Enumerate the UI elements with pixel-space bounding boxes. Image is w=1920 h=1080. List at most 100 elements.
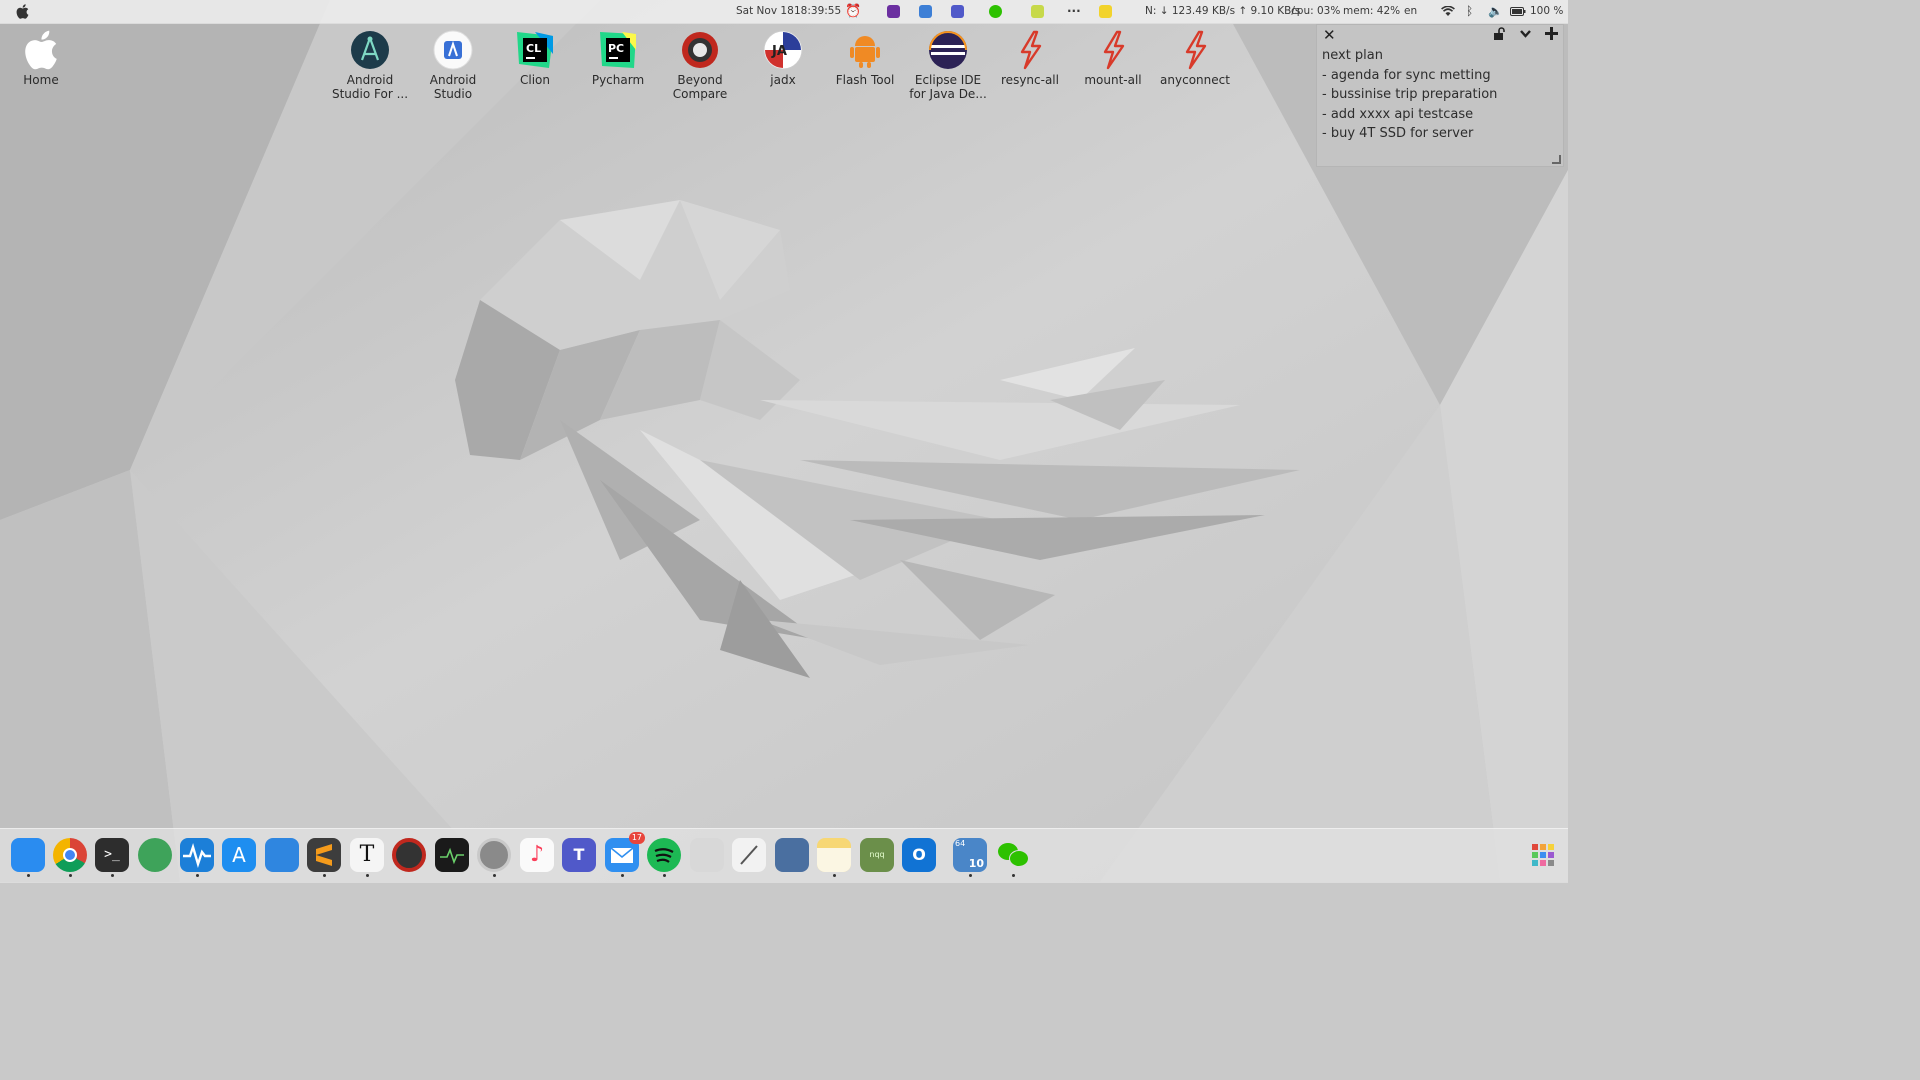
more-icon[interactable]: ··· xyxy=(1067,0,1081,23)
dock-music-icon[interactable]: ♪ xyxy=(520,838,554,872)
sticky-note[interactable]: ✕ next plan - agenda for sync metting - … xyxy=(1316,24,1564,167)
dock: >_ A T ♪ T 17 nqq O 64 10 xyxy=(0,828,1568,883)
wechat-tray-icon[interactable] xyxy=(989,5,1002,18)
note-content[interactable]: next plan - agenda for sync metting - bu… xyxy=(1322,46,1497,144)
input-language[interactable]: en xyxy=(1404,0,1417,23)
clipboard-tray-icon[interactable] xyxy=(1031,5,1044,18)
xcode-version-label: 10 xyxy=(968,857,984,870)
teams-tray-icon[interactable] xyxy=(951,5,964,18)
cpu-usage: cpu: 03% xyxy=(1291,5,1341,17)
lightning-bolt-icon xyxy=(1010,30,1050,70)
dock-teams-icon[interactable]: T xyxy=(562,838,596,872)
desktop-icon-label: anyconnect xyxy=(1160,73,1230,87)
desktop-icon-label: Eclipse IDE for Java De... xyxy=(909,73,987,101)
dock-network-radar-icon[interactable] xyxy=(138,838,172,872)
volume-icon[interactable]: 🔈 xyxy=(1488,0,1503,23)
add-icon[interactable] xyxy=(1545,27,1558,43)
desktop-icon-label: Pycharm xyxy=(591,73,645,87)
chevron-down-icon[interactable] xyxy=(1519,27,1532,43)
lock-icon[interactable] xyxy=(1493,27,1505,43)
running-indicator xyxy=(969,874,972,877)
dock-terminal-icon[interactable]: >_ xyxy=(95,838,129,872)
running-indicator xyxy=(1012,874,1015,877)
running-indicator xyxy=(27,874,30,877)
dock-wechat-icon[interactable] xyxy=(996,838,1030,872)
dock-system-preferences-icon[interactable] xyxy=(477,838,511,872)
dock-screenshot-icon[interactable] xyxy=(775,838,809,872)
lightning-bolt-icon xyxy=(1093,30,1133,70)
desktop-icon-android-studio[interactable]: Android Studio xyxy=(412,30,494,101)
menubar-time[interactable]: 18:39:55 xyxy=(794,0,841,23)
battery-percent: 100 % xyxy=(1530,5,1564,17)
desktop-icon-jadx[interactable]: JA jadx xyxy=(742,30,824,87)
note-line: - bussinise trip preparation xyxy=(1322,87,1498,103)
alarm-clock-icon[interactable]: ⏰ xyxy=(845,0,861,23)
desktop-icon-beyond-compare[interactable]: Beyond Compare xyxy=(659,30,741,101)
desktop-icon-android-studio-for[interactable]: Android Studio For ... xyxy=(329,30,411,101)
desktop-icon-anyconnect[interactable]: anyconnect xyxy=(1154,30,1236,87)
menubar-date[interactable]: Sat Nov 18 xyxy=(736,0,794,23)
apple-menu-icon[interactable] xyxy=(16,0,29,23)
desktop-icon-flash-tool[interactable]: Flash Tool xyxy=(824,30,906,87)
desktop-icon-label: Flash Tool xyxy=(835,73,895,87)
wifi-icon[interactable] xyxy=(1441,0,1455,23)
launchpad-icon[interactable] xyxy=(1526,838,1560,872)
running-indicator xyxy=(663,874,666,877)
desktop-icon-label: resync-all xyxy=(1001,73,1059,87)
note-line: - agenda for sync metting xyxy=(1322,67,1491,83)
dock-outlook-icon[interactable]: O xyxy=(902,838,936,872)
running-indicator xyxy=(111,874,114,877)
outlook-tray-icon[interactable] xyxy=(919,5,932,18)
desktop-icon-mount-all[interactable]: mount-all xyxy=(1072,30,1154,87)
dock-mail-icon[interactable]: 17 xyxy=(605,832,645,872)
xcode-bits-label: 64 xyxy=(955,839,966,848)
running-indicator xyxy=(323,874,326,877)
desktop-icon-pycharm[interactable]: PC Pycharm xyxy=(577,30,659,87)
desktop-icon-label: jadx xyxy=(770,73,796,87)
note-line: - add xxxx api testcase xyxy=(1322,106,1474,122)
dock-notes-icon[interactable] xyxy=(817,838,851,872)
dock-app-store-icon[interactable]: A xyxy=(222,838,256,872)
beyond-compare-icon xyxy=(680,30,720,70)
bluetooth-icon[interactable]: ᛒ xyxy=(1466,0,1473,23)
menu-bar: Sat Nov 18 18:39:55 ⏰ ··· N: ↓ 123.49 KB… xyxy=(0,0,1568,24)
note-line: next plan xyxy=(1322,48,1384,63)
dock-beyond-compare-icon[interactable] xyxy=(392,838,426,872)
dock-nqq-icon[interactable]: nqq xyxy=(860,838,894,872)
screen-recorder-icon[interactable] xyxy=(887,5,900,18)
svg-text:CL: CL xyxy=(526,42,541,55)
desktop-icon-label: Android Studio For ... xyxy=(331,73,409,101)
notes-tray-icon[interactable] xyxy=(1099,5,1112,18)
dock-preview-icon[interactable] xyxy=(690,838,724,872)
mail-unread-badge: 17 xyxy=(628,832,645,844)
battery-icon[interactable] xyxy=(1510,0,1526,23)
desktop-icon-label: Clion xyxy=(520,73,550,87)
clion-icon: CL xyxy=(515,30,555,70)
desktop-icon-home[interactable]: Home xyxy=(0,30,82,87)
desktop-icon-resync-all[interactable]: resync-all xyxy=(989,30,1071,87)
eclipse-icon xyxy=(928,30,968,70)
dock-sublime-text-icon[interactable] xyxy=(307,838,341,872)
running-indicator xyxy=(366,874,369,877)
dock-console-icon[interactable] xyxy=(435,838,469,872)
dock-transmit-icon[interactable] xyxy=(265,838,299,872)
desktop-icon-label: mount-all xyxy=(1084,73,1142,87)
resize-handle[interactable] xyxy=(1552,155,1561,164)
running-indicator xyxy=(196,874,199,877)
dock-activity-monitor-icon[interactable] xyxy=(180,838,214,872)
desktop-icon-eclipse-ide[interactable]: Eclipse IDE for Java De... xyxy=(907,30,989,101)
dock-textedit-icon[interactable] xyxy=(732,838,766,872)
desktop-icon-clion[interactable]: CL Clion xyxy=(494,30,576,87)
dock-xcode-icon[interactable]: 64 10 xyxy=(953,838,987,872)
running-indicator xyxy=(621,874,624,877)
svg-text:JA: JA xyxy=(771,44,787,59)
close-icon[interactable]: ✕ xyxy=(1323,27,1336,43)
dock-typora-icon[interactable]: T xyxy=(350,838,384,872)
dock-finder-icon[interactable] xyxy=(11,838,45,872)
android-studio-icon xyxy=(350,30,390,70)
note-line: - buy 4T SSD for server xyxy=(1322,126,1474,142)
running-indicator xyxy=(833,874,836,877)
dock-spotify-icon[interactable] xyxy=(647,838,681,872)
running-indicator xyxy=(493,874,496,877)
dock-chrome-icon[interactable] xyxy=(53,838,87,872)
